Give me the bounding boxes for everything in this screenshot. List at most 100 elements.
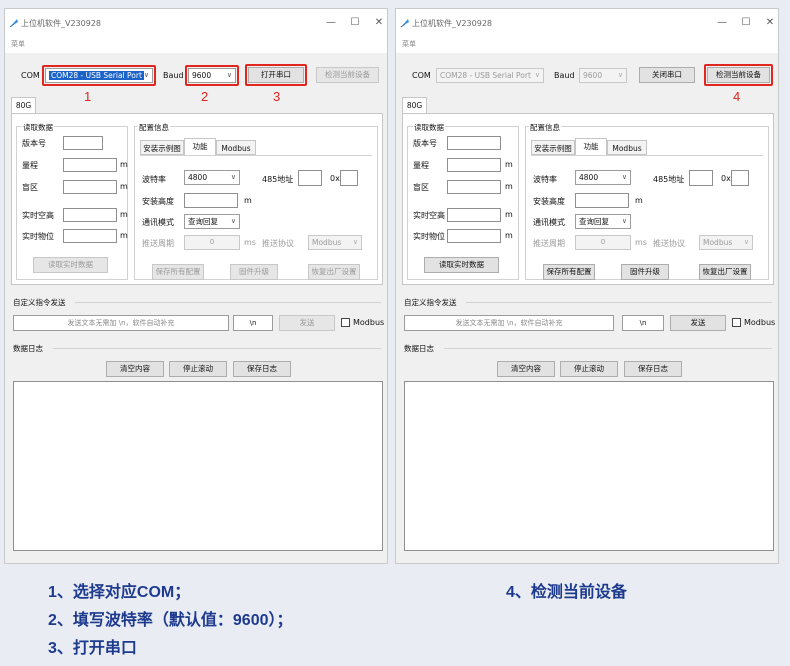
tab-modbus[interactable]: Modbus xyxy=(607,140,647,155)
read-realtime-button[interactable]: 读取实时数据 xyxy=(33,257,108,273)
range-unit: m xyxy=(505,160,513,169)
blind-field[interactable] xyxy=(63,180,117,194)
air-height-field[interactable] xyxy=(63,208,117,222)
modbus-check-label: Modbus xyxy=(744,318,776,327)
tab-function[interactable]: 功能 xyxy=(184,138,216,155)
modbus-checkbox[interactable] xyxy=(732,318,741,327)
blind-field[interactable] xyxy=(447,180,501,194)
stop-scroll-button[interactable]: 停止滚动 xyxy=(169,361,227,377)
com-label: COM xyxy=(21,71,40,80)
baud-rate-select[interactable]: 4800 ∨ xyxy=(575,170,631,185)
tab-divider xyxy=(140,155,372,156)
air-height-unit: m xyxy=(120,210,128,219)
highlight-baud xyxy=(185,65,239,86)
clear-log-button[interactable]: 清空内容 xyxy=(106,361,164,377)
tab-modbus[interactable]: Modbus xyxy=(216,140,256,155)
addr485-field[interactable] xyxy=(298,170,322,186)
hex-address-field[interactable] xyxy=(340,170,358,186)
log-area[interactable] xyxy=(13,381,383,551)
window-title: 上位机软件_V230928 xyxy=(21,19,102,28)
log-area[interactable] xyxy=(404,381,774,551)
send-text-input[interactable]: 发送文本无需加 \n，软件自动补充 xyxy=(13,315,229,331)
baud-label: Baud xyxy=(163,71,184,80)
install-height-field[interactable] xyxy=(184,193,238,208)
tab-function[interactable]: 功能 xyxy=(575,138,607,155)
comm-mode-label: 通讯模式 xyxy=(142,218,174,227)
stop-scroll-button[interactable]: 停止滚动 xyxy=(560,361,618,377)
send-button[interactable]: 发送 xyxy=(279,315,335,331)
chevron-down-icon: ∨ xyxy=(352,238,358,246)
send-button[interactable]: 发送 xyxy=(670,315,726,331)
send-text-input[interactable]: 发送文本无需加 \n，软件自动补充 xyxy=(404,315,614,331)
read-realtime-button[interactable]: 读取实时数据 xyxy=(424,257,499,273)
main-panel: 读取数据 版本号 量程 m 盲区 m 实时空高 m 实时物位 m 读取实时数据 … xyxy=(11,113,383,285)
menu-item[interactable]: 菜单 xyxy=(11,40,25,48)
firmware-upgrade-button[interactable]: 固件升级 xyxy=(230,264,278,280)
save-log-button[interactable]: 保存日志 xyxy=(624,361,682,377)
baud-rate-value: 4800 xyxy=(188,173,208,182)
factory-reset-button[interactable]: 恢复出厂设置 xyxy=(699,264,751,280)
range-field[interactable] xyxy=(63,158,117,172)
com-port-select[interactable]: COM28 - USB Serial Port ∨ xyxy=(436,68,544,83)
addr485-field[interactable] xyxy=(689,170,713,186)
save-config-button[interactable]: 保存所有配置 xyxy=(152,264,204,280)
level-field[interactable] xyxy=(63,229,117,243)
hex-prefix-label: 0x xyxy=(330,174,340,183)
push-period-field[interactable]: 0 xyxy=(184,235,240,250)
tab-80g[interactable]: 80G xyxy=(11,97,36,114)
close-port-button[interactable]: 关闭串口 xyxy=(639,67,695,83)
save-config-button[interactable]: 保存所有配置 xyxy=(543,264,595,280)
comm-mode-select[interactable]: 查询回复 ∨ xyxy=(184,214,240,229)
close-button[interactable]: ✕ xyxy=(760,15,780,31)
menu-item[interactable]: 菜单 xyxy=(402,40,416,48)
tab-install-example[interactable]: 安装示例图 xyxy=(531,140,575,155)
title-bar: 上位机软件_V230928 — ☐ ✕ xyxy=(396,9,778,37)
version-field[interactable] xyxy=(447,136,501,150)
tab-install-example[interactable]: 安装示例图 xyxy=(140,140,184,155)
air-height-field[interactable] xyxy=(447,208,501,222)
annotation-2: 2 xyxy=(201,89,209,104)
push-protocol-select[interactable]: Modbus ∨ xyxy=(308,235,362,250)
minimize-button[interactable]: — xyxy=(321,15,341,31)
maximize-button[interactable]: ☐ xyxy=(736,15,756,31)
newline-field[interactable]: \n xyxy=(622,315,664,331)
baud-select[interactable]: 9600 ∨ xyxy=(579,68,627,83)
menu-bar[interactable]: 菜单 xyxy=(396,37,778,53)
save-log-button[interactable]: 保存日志 xyxy=(233,361,291,377)
hex-address-field[interactable] xyxy=(731,170,749,186)
menu-bar[interactable]: 菜单 xyxy=(5,37,387,53)
comm-mode-select[interactable]: 查询回复 ∨ xyxy=(575,214,631,229)
addr485-label: 485地址 xyxy=(262,175,294,184)
firmware-upgrade-button[interactable]: 固件升级 xyxy=(621,264,669,280)
push-period-field[interactable]: 0 xyxy=(575,235,631,250)
push-protocol-select[interactable]: Modbus ∨ xyxy=(699,235,753,250)
tab-80g[interactable]: 80G xyxy=(402,97,427,114)
chevron-down-icon: ∨ xyxy=(230,173,236,181)
annotation-1: 1 xyxy=(84,89,92,104)
version-field[interactable] xyxy=(63,136,103,150)
minimize-button[interactable]: — xyxy=(712,15,732,31)
custom-cmd-divider xyxy=(466,302,772,303)
maximize-button[interactable]: ☐ xyxy=(345,15,365,31)
chevron-down-icon: ∨ xyxy=(230,217,236,225)
detect-device-button[interactable]: 检测当前设备 xyxy=(316,67,379,83)
chevron-down-icon: ∨ xyxy=(743,238,749,246)
newline-field[interactable]: \n xyxy=(233,315,273,331)
data-log-divider xyxy=(444,348,772,349)
range-label: 量程 xyxy=(22,161,38,170)
range-field[interactable] xyxy=(447,158,501,172)
read-group-title: 读取数据 xyxy=(22,122,54,133)
level-field[interactable] xyxy=(447,229,501,243)
clear-log-button[interactable]: 清空内容 xyxy=(497,361,555,377)
install-height-field[interactable] xyxy=(575,193,629,208)
close-button[interactable]: ✕ xyxy=(369,15,389,31)
baud-rate-select[interactable]: 4800 ∨ xyxy=(184,170,240,185)
factory-reset-button[interactable]: 恢复出厂设置 xyxy=(308,264,360,280)
annotation-3: 3 xyxy=(273,89,281,104)
modbus-checkbox[interactable] xyxy=(341,318,350,327)
config-group-title: 配置信息 xyxy=(138,122,170,133)
push-protocol-value: Modbus xyxy=(703,238,733,247)
install-height-label: 安装高度 xyxy=(142,197,174,206)
version-label: 版本号 xyxy=(413,139,437,148)
level-unit: m xyxy=(120,231,128,240)
